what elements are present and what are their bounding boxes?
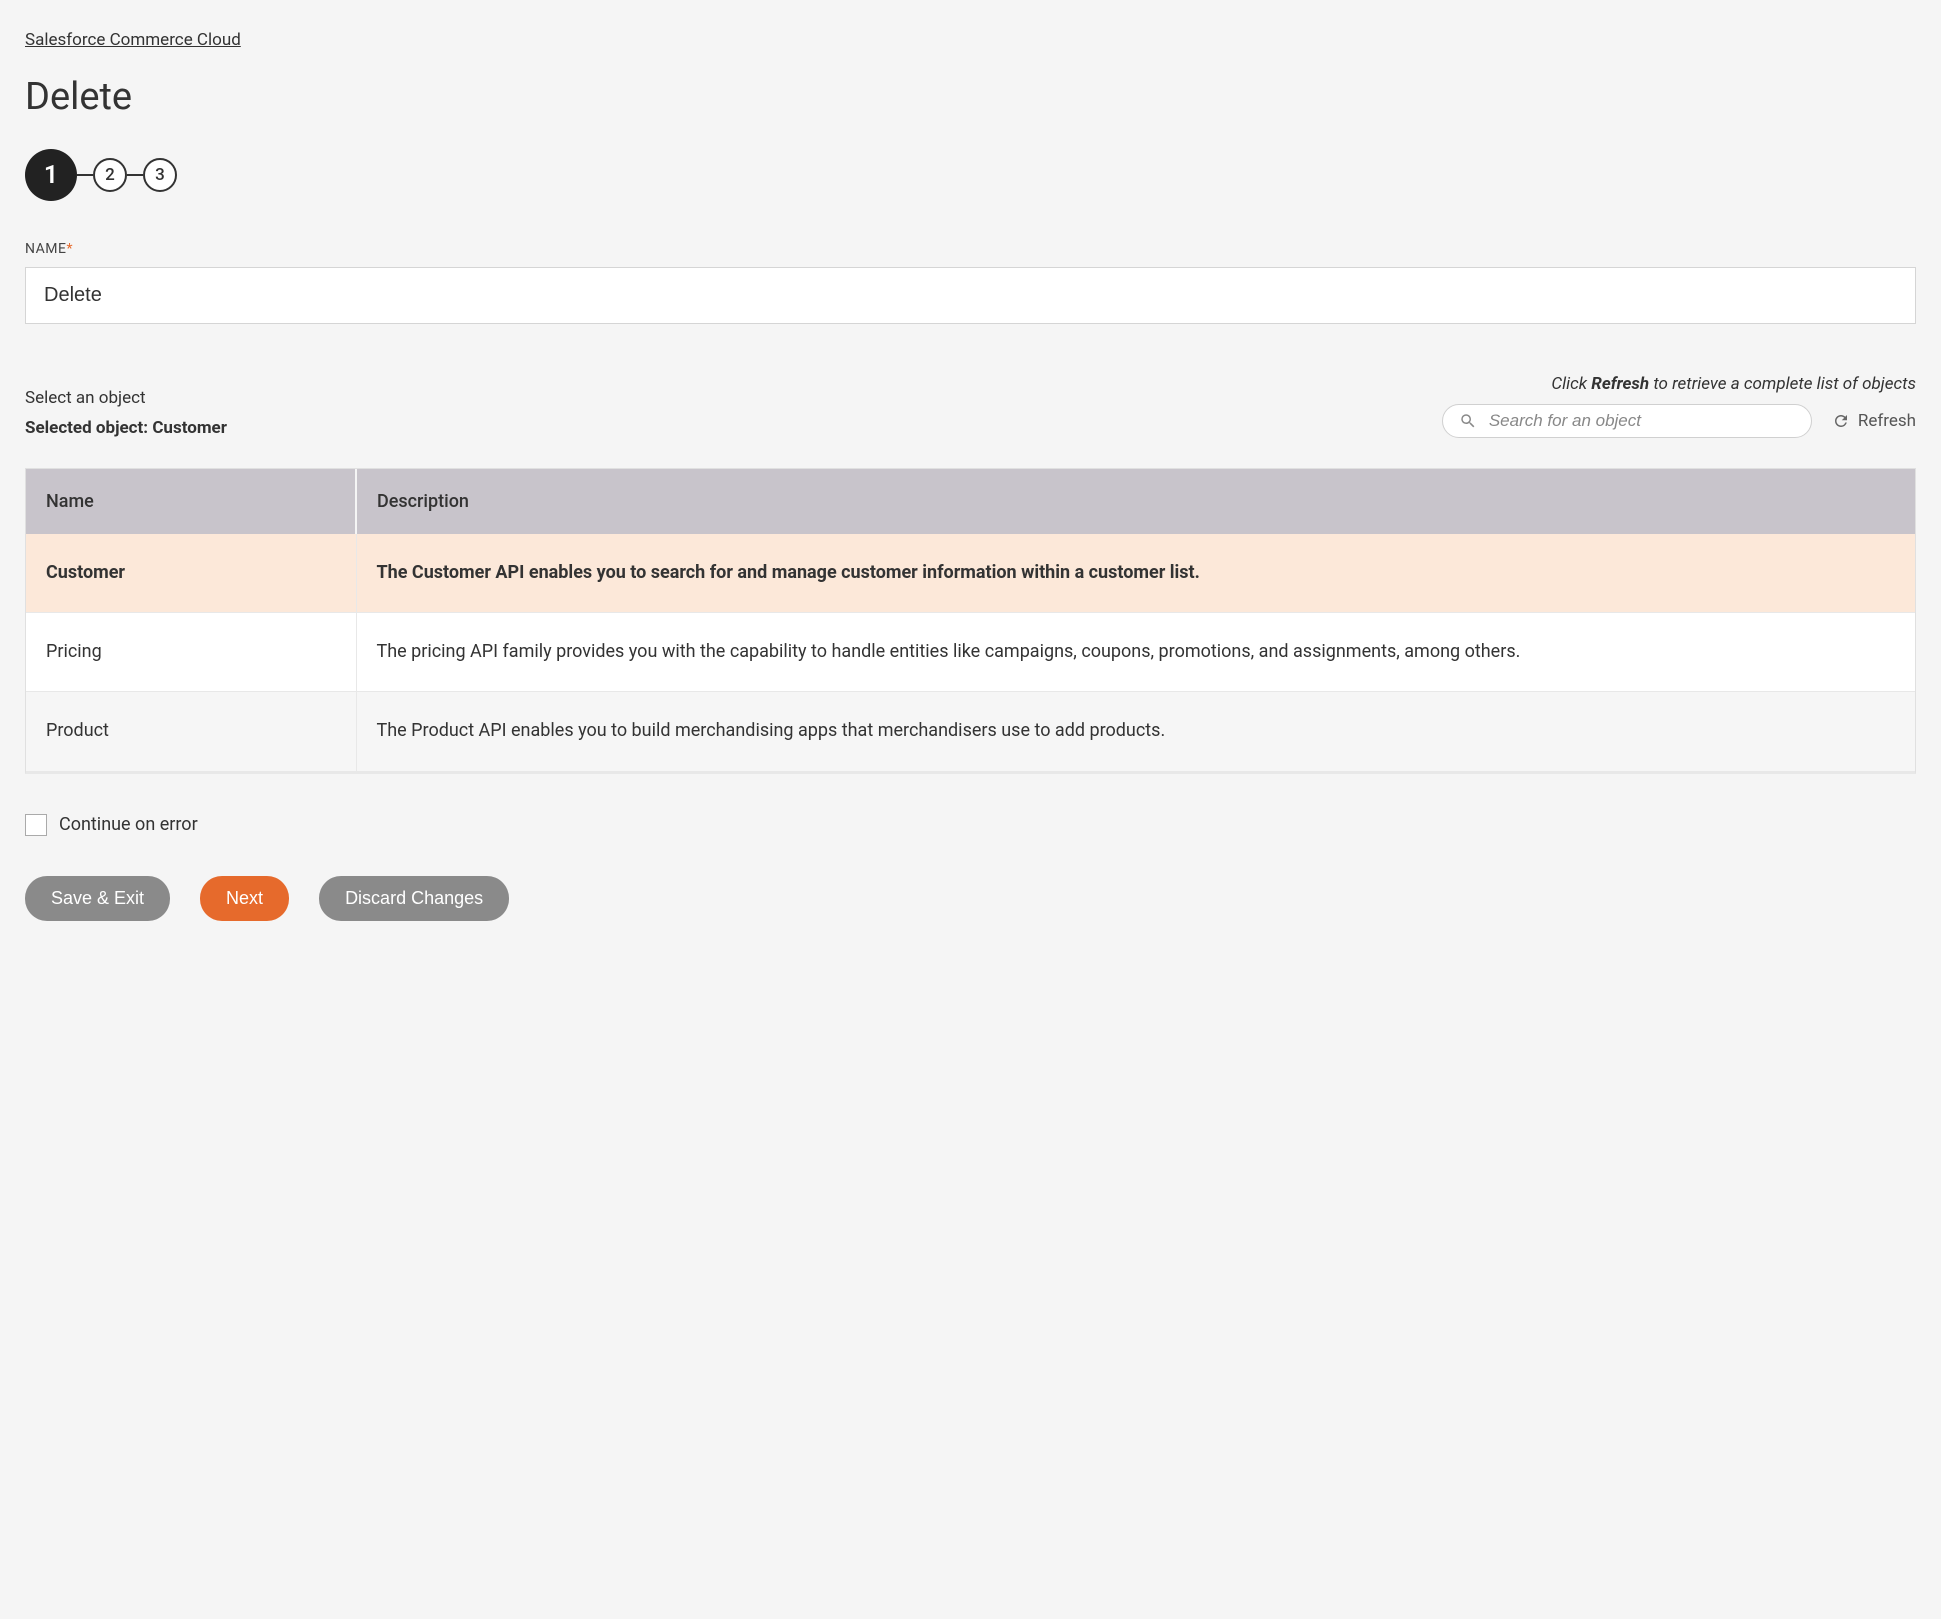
- search-box[interactable]: [1442, 404, 1812, 438]
- step-connector: [127, 174, 143, 176]
- search-icon: [1459, 412, 1477, 430]
- table-row[interactable]: Pricing The pricing API family provides …: [26, 613, 1915, 692]
- cell-name: Product: [26, 692, 356, 771]
- step-2[interactable]: 2: [93, 158, 127, 192]
- search-input[interactable]: [1489, 411, 1795, 431]
- continue-on-error-checkbox[interactable]: [25, 814, 47, 836]
- cell-description: The Product API enables you to build mer…: [356, 692, 1915, 771]
- cell-name: Customer: [26, 534, 356, 613]
- stepper: 1 2 3: [25, 149, 1916, 201]
- next-button[interactable]: Next: [200, 876, 289, 921]
- refresh-hint: Click Refresh to retrieve a complete lis…: [1442, 374, 1916, 394]
- refresh-icon: [1832, 412, 1850, 430]
- table-row[interactable]: Product The Product API enables you to b…: [26, 692, 1915, 771]
- name-input[interactable]: [25, 267, 1916, 324]
- selected-object-label: Selected object: Customer: [25, 418, 1422, 438]
- continue-on-error-label[interactable]: Continue on error: [59, 814, 198, 835]
- table-row[interactable]: Customer The Customer API enables you to…: [26, 534, 1915, 613]
- step-connector: [77, 174, 93, 176]
- refresh-button[interactable]: Refresh: [1832, 411, 1916, 431]
- cell-description: The pricing API family provides you with…: [356, 613, 1915, 692]
- discard-button[interactable]: Discard Changes: [319, 876, 509, 921]
- select-object-hint: Select an object: [25, 388, 1422, 408]
- cell-name: Pricing: [26, 613, 356, 692]
- save-exit-button[interactable]: Save & Exit: [25, 876, 170, 921]
- table-header-description: Description: [356, 469, 1915, 534]
- breadcrumb-link[interactable]: Salesforce Commerce Cloud: [25, 30, 241, 50]
- step-1[interactable]: 1: [25, 149, 77, 201]
- refresh-label: Refresh: [1858, 411, 1916, 431]
- cell-description: The Customer API enables you to search f…: [356, 534, 1915, 613]
- page-title: Delete: [25, 75, 1916, 119]
- object-table: Name Description Customer The Customer A…: [25, 468, 1916, 774]
- name-label: NAME*: [25, 241, 1916, 257]
- table-header-name: Name: [26, 469, 356, 534]
- required-indicator: *: [66, 241, 73, 257]
- step-3[interactable]: 3: [143, 158, 177, 192]
